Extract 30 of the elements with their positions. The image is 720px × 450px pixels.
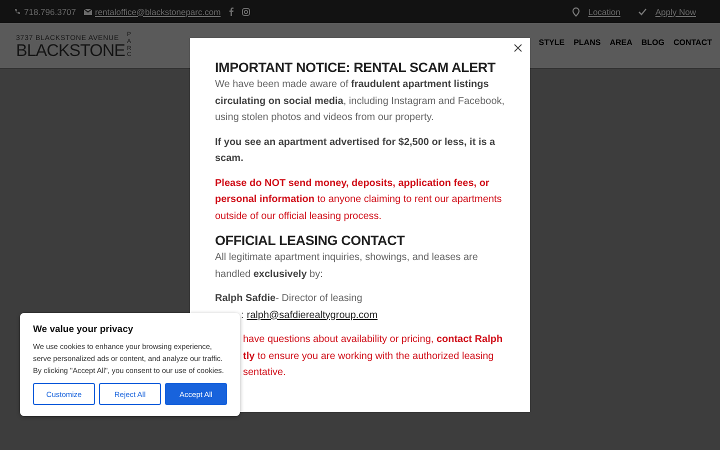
phone-link[interactable]: 718.796.3707	[14, 6, 76, 16]
top-link[interactable]: Location	[588, 6, 620, 16]
instagram-icon[interactable]	[242, 8, 250, 16]
contact-intro: All legitimate apartment inquiries, showings, and leases are handled exclusively by:	[215, 251, 479, 282]
closing-text-line: sentative.	[243, 366, 286, 380]
closing-text-line: tly to ensure you are working with the authorized leasing	[243, 350, 494, 364]
notice-title: IMPORTANT NOTICE: RENTAL SCAM ALERT	[215, 60, 496, 75]
contact-name: Ralph Safdie- Director of leasing	[215, 292, 364, 306]
phone-icon	[14, 8, 21, 15]
email-link[interactable]: rentaloffice@blackstoneparc.com	[84, 6, 221, 16]
logo-name: BLACKSTONE	[16, 42, 126, 59]
notice-paragraph: If you see an apartment advertised for $2,500 or less, it is a scam.	[215, 136, 496, 166]
email-link[interactable]: ralph@safdierealtygroup.com	[246, 308, 378, 324]
email-label: :	[241, 308, 244, 322]
location-pin-icon	[572, 6, 580, 16]
checkmark-icon	[638, 8, 648, 16]
contact-heading: OFFICIAL LEASING CONTACT	[215, 233, 406, 248]
notice-paragraph: We have been made aware of fraudulent apartment listings circulating on social media, including Instagram and Facebook, using stolen photos and videos from our property.	[215, 78, 505, 125]
close-button[interactable]	[512, 42, 524, 54]
closing-text-line: have questions about availability or pricing, contact Ralph	[243, 333, 503, 347]
nav-link[interactable]: BLOG	[641, 38, 664, 47]
nav-link[interactable]: CONTACT	[673, 38, 712, 47]
top-link[interactable]: Apply Now	[655, 6, 696, 16]
nav-link[interactable]: PLANS	[574, 38, 601, 47]
cookie-title: We value your privacy	[33, 324, 134, 335]
nav-link[interactable]: STYLE	[538, 38, 565, 47]
envelope-icon	[84, 8, 92, 14]
notice-paragraph: Please do NOT send money, deposits, application fees, or personal information to anyone claiming to rent our apartments outside of our official leasing process.	[215, 176, 503, 224]
nav-link[interactable]: AREA	[610, 38, 632, 47]
facebook-icon[interactable]	[228, 7, 234, 16]
